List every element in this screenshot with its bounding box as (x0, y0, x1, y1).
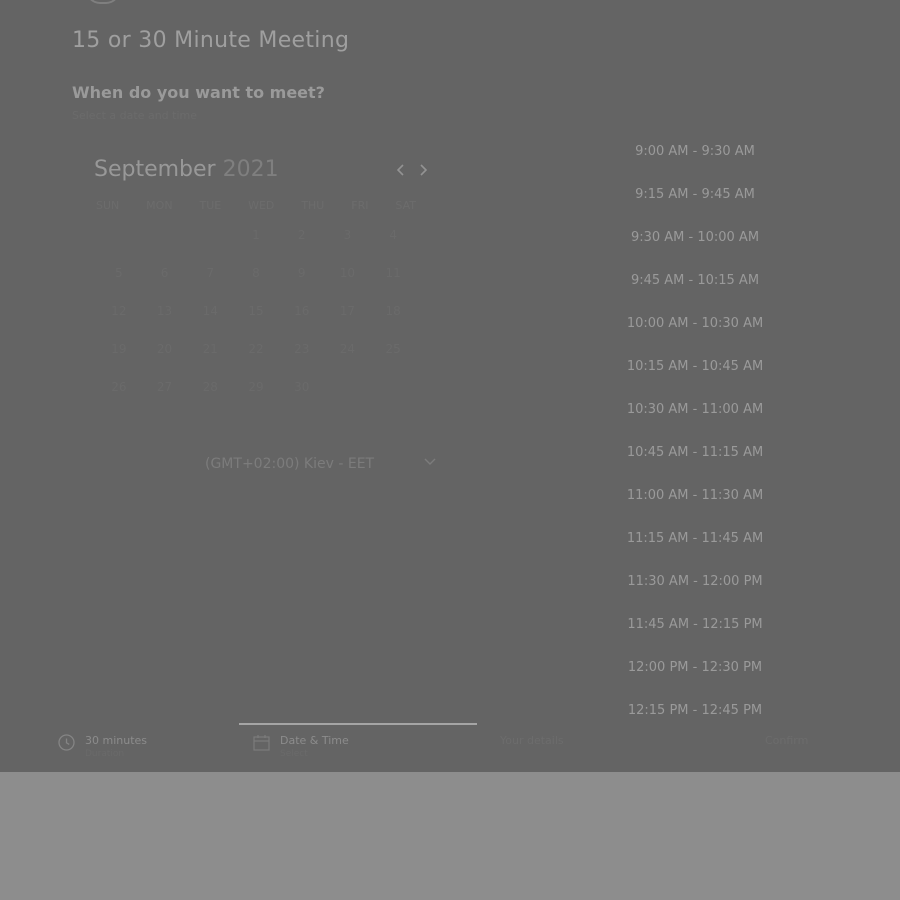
booking-panel: 15 or 30 Minute Meeting When do you want… (0, 0, 900, 772)
time-slot-button[interactable]: 12:00 PM - 12:30 PM (610, 646, 780, 689)
time-slot-button[interactable]: 10:30 AM - 11:00 AM (610, 388, 780, 431)
chevron-right-icon (420, 164, 427, 176)
calendar-day[interactable]: 15 (233, 304, 279, 318)
time-slot-list: 9:00 AM - 9:30 AM 9:15 AM - 9:45 AM 9:30 A… (610, 130, 780, 732)
weekday-label: WED (248, 199, 275, 212)
meeting-title: 15 or 30 Minute Meeting (72, 28, 350, 53)
calendar-day[interactable]: 4 (370, 228, 416, 242)
calendar-day[interactable]: 20 (142, 342, 188, 356)
calendar-day[interactable]: 12 (96, 304, 142, 318)
calendar-day[interactable]: 27 (142, 380, 188, 394)
chevron-down-icon (424, 455, 436, 469)
clock-icon (58, 734, 75, 751)
calendar-day[interactable]: 14 (187, 304, 233, 318)
calendar-day[interactable]: 22 (233, 342, 279, 356)
calendar-year: 2021 (222, 157, 279, 182)
calendar-day[interactable]: 3 (325, 228, 371, 242)
timezone-value: (GMT+02:00) Kiev - EET (205, 456, 375, 472)
calendar-empty-cell (325, 380, 371, 394)
time-slot-button[interactable]: 10:15 AM - 10:45 AM (610, 345, 780, 388)
time-slot-button[interactable]: 11:15 AM - 11:45 AM (610, 517, 780, 560)
steps-bar: 30 minutes Duration Date & Time Select Y… (0, 734, 900, 772)
calendar-day[interactable]: 17 (325, 304, 371, 318)
calendar-day[interactable]: 2 (279, 228, 325, 242)
time-slot-button[interactable]: 9:15 AM - 9:45 AM (610, 173, 780, 216)
calendar-day[interactable]: 5 (96, 266, 142, 280)
step-datetime-title: Date & Time (280, 734, 349, 747)
time-slot-button[interactable]: 10:00 AM - 10:30 AM (610, 302, 780, 345)
calendar-day[interactable]: 7 (187, 266, 233, 280)
step-datetime-subtitle: Select (280, 749, 308, 759)
chevron-left-icon (397, 164, 404, 176)
calendar-empty-cell (370, 380, 416, 394)
calendar-day[interactable]: 16 (279, 304, 325, 318)
calendar-day[interactable]: 29 (233, 380, 279, 394)
calendar-day[interactable]: 9 (279, 266, 325, 280)
weekday-label: SUN (96, 199, 120, 212)
calendar-day[interactable]: 13 (142, 304, 188, 318)
step-details-title: Your details (500, 734, 564, 747)
calendar-day[interactable]: 19 (96, 342, 142, 356)
timezone-select[interactable]: (GMT+02:00) Kiev - EET (196, 452, 446, 476)
calendar-day[interactable]: 24 (325, 342, 371, 356)
weekday-header: SUN MON TUE WED THU FRI SAT (96, 199, 416, 212)
step-datetime[interactable]: Date & Time Select (253, 734, 349, 759)
step-duration-title: 30 minutes (85, 734, 148, 747)
date-time-question: When do you want to meet? (72, 83, 325, 102)
calendar-day[interactable]: 25 (370, 342, 416, 356)
time-slot-button[interactable]: 9:45 AM - 10:15 AM (610, 259, 780, 302)
next-month-button[interactable] (415, 160, 431, 180)
weekday-label: THU (301, 199, 325, 212)
time-slot-button[interactable]: 9:30 AM - 10:00 AM (610, 216, 780, 259)
calendar-empty-cell (187, 228, 233, 242)
step-duration-subtitle: Duration (85, 749, 125, 759)
time-slot-button[interactable]: 9:00 AM - 9:30 AM (610, 130, 780, 173)
step-confirm-title: Confirm (765, 734, 809, 747)
step-details[interactable]: Your details (490, 734, 564, 747)
calendar-month-heading: September 2021 (94, 157, 279, 182)
step-progress-indicator (239, 723, 477, 725)
calendar-grid: 1 2 3 4 5 6 7 8 9 10 11 12 13 14 15 16 17 18 19 20 21 22 23 24 2… (96, 228, 416, 394)
calendar-icon (253, 734, 270, 751)
calendar-day[interactable]: 8 (233, 266, 279, 280)
time-slot-button[interactable]: 12:15 PM - 12:45 PM (610, 689, 780, 732)
calendar-day[interactable]: 21 (187, 342, 233, 356)
logo (86, 0, 120, 4)
calendar-day[interactable]: 11 (370, 266, 416, 280)
calendar-month: September (94, 157, 216, 182)
calendar-day[interactable]: 28 (187, 380, 233, 394)
weekday-label: TUE (199, 199, 222, 212)
time-slot-button[interactable]: 11:00 AM - 11:30 AM (610, 474, 780, 517)
calendar-empty-cell (142, 228, 188, 242)
calendar-day[interactable]: 10 (325, 266, 371, 280)
step-duration[interactable]: 30 minutes Duration (58, 734, 147, 759)
calendar-day[interactable]: 18 (370, 304, 416, 318)
calendar-day[interactable]: 30 (279, 380, 325, 394)
weekday-label: MON (146, 199, 173, 212)
time-slot-button[interactable]: 10:45 AM - 11:15 AM (610, 431, 780, 474)
date-time-subtitle: Select a date and time (72, 109, 198, 122)
time-slot-button[interactable]: 11:45 AM - 12:15 PM (610, 603, 780, 646)
calendar-day[interactable]: 6 (142, 266, 188, 280)
weekday-label: SAT (395, 199, 416, 212)
calendar-day[interactable]: 26 (96, 380, 142, 394)
step-confirm[interactable]: Confirm (755, 734, 808, 747)
calendar-day[interactable]: 23 (279, 342, 325, 356)
calendar-day[interactable]: 1 (233, 228, 279, 242)
calendar-empty-cell (96, 228, 142, 242)
time-slot-button[interactable]: 11:30 AM - 12:00 PM (610, 560, 780, 603)
weekday-label: FRI (351, 199, 369, 212)
prev-month-button[interactable] (393, 160, 409, 180)
